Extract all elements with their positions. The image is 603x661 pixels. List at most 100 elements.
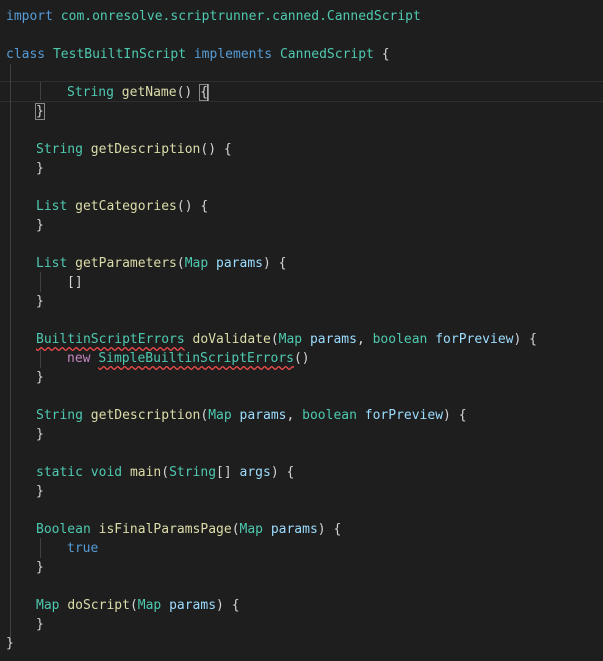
token-keyword: new [67, 351, 91, 366]
code-line-22: String getDescription(Map params, boolea… [36, 406, 467, 425]
token-punct: ( [231, 522, 240, 537]
token-param: params [270, 522, 318, 537]
token-type: List [36, 199, 68, 214]
token-punct: } [36, 218, 44, 233]
code-line-14: List getParameters(Map params) { [36, 254, 286, 273]
token-param: args [239, 465, 271, 480]
token-punct: } [36, 161, 44, 176]
token-punct: [] [216, 465, 240, 480]
code-line-11: List getCategories() { [36, 197, 208, 216]
token-punct: } [36, 427, 44, 442]
indent-guide [40, 272, 41, 292]
token-param: forPreview [435, 332, 514, 347]
token-punct: } [36, 370, 44, 385]
token-param: params [309, 332, 357, 347]
token-punct: ) { [263, 256, 287, 271]
code-line-1: import com.onresolve.scriptrunner.canned… [6, 7, 421, 26]
token-punct: ( [161, 465, 170, 480]
token-param: params [169, 598, 217, 613]
token-punct: } [36, 617, 44, 632]
code-line-20: } [36, 368, 44, 387]
token-method-name: getCategories [75, 199, 177, 214]
matched-bracket: } [35, 103, 45, 120]
token-keyword: class [6, 47, 46, 62]
token-keyword: implements [193, 47, 273, 62]
code-line-29: true [67, 539, 98, 558]
token-method-name: getParameters [75, 256, 177, 271]
token-punct: ) { [443, 408, 467, 423]
token-punct: [] [67, 275, 83, 290]
token-interface-name: CannedScript [279, 47, 374, 62]
token-punct: } [36, 560, 44, 575]
token-type: String [67, 85, 114, 100]
token-method-name: getDescription [90, 142, 201, 157]
token-type-error: BuiltinScriptErrors [36, 332, 185, 347]
token-punct: , [356, 332, 373, 347]
token-type: void [90, 465, 123, 480]
token-type: Map [184, 256, 209, 271]
token-punct: } [36, 294, 44, 309]
token-type: Map [278, 332, 303, 347]
token-type: Map [137, 598, 162, 613]
indent-guide [40, 82, 41, 100]
token-method-name: getDescription [90, 408, 201, 423]
token-punct: () [293, 351, 310, 366]
code-editor[interactable]: import com.onresolve.scriptrunner.canned… [0, 0, 603, 661]
token-method-name: getName [121, 85, 177, 100]
token-punct: () { [176, 199, 209, 214]
token-type: Map [208, 408, 232, 423]
token-punct: } [6, 636, 14, 651]
token-class-name: TestBuiltInScript [52, 47, 187, 62]
indent-guide [10, 64, 11, 644]
code-line-8: String getDescription() { [36, 140, 232, 159]
token-punct: ( [270, 332, 279, 347]
code-line-30: } [36, 558, 44, 577]
token-punct: ) { [513, 332, 537, 347]
code-line-18: BuiltinScriptErrors doValidate(Map param… [36, 330, 537, 349]
token-punct: } [36, 484, 44, 499]
token-type: String [36, 408, 83, 423]
token-method-name: isFinalParamsPage [98, 522, 232, 537]
code-line-5: String getName() { [67, 83, 209, 102]
token-keyword: static [36, 465, 83, 480]
token-type: Map [239, 522, 263, 537]
token-param: params [239, 408, 287, 423]
token-method-name: doValidate [192, 332, 271, 347]
token-type: String [36, 142, 83, 157]
token-punct: () [176, 85, 201, 100]
token-punct: ( [129, 598, 138, 613]
code-line-28: Boolean isFinalParamsPage(Map params) { [36, 520, 341, 539]
token-method-name: doScript [67, 598, 130, 613]
token-type: List [36, 256, 68, 271]
token-literal: true [67, 541, 99, 556]
code-line-9: } [36, 159, 44, 178]
code-line-16: } [36, 292, 44, 311]
token-type: Boolean [36, 522, 91, 537]
token-punct: ) { [270, 465, 295, 480]
token-type: String [169, 465, 217, 480]
code-line-23: } [36, 425, 44, 444]
indent-guide [40, 538, 41, 558]
code-line-33: } [36, 615, 44, 634]
token-type: boolean [372, 332, 428, 347]
code-line-15: [] [67, 273, 83, 292]
token-type: Map [36, 598, 60, 613]
